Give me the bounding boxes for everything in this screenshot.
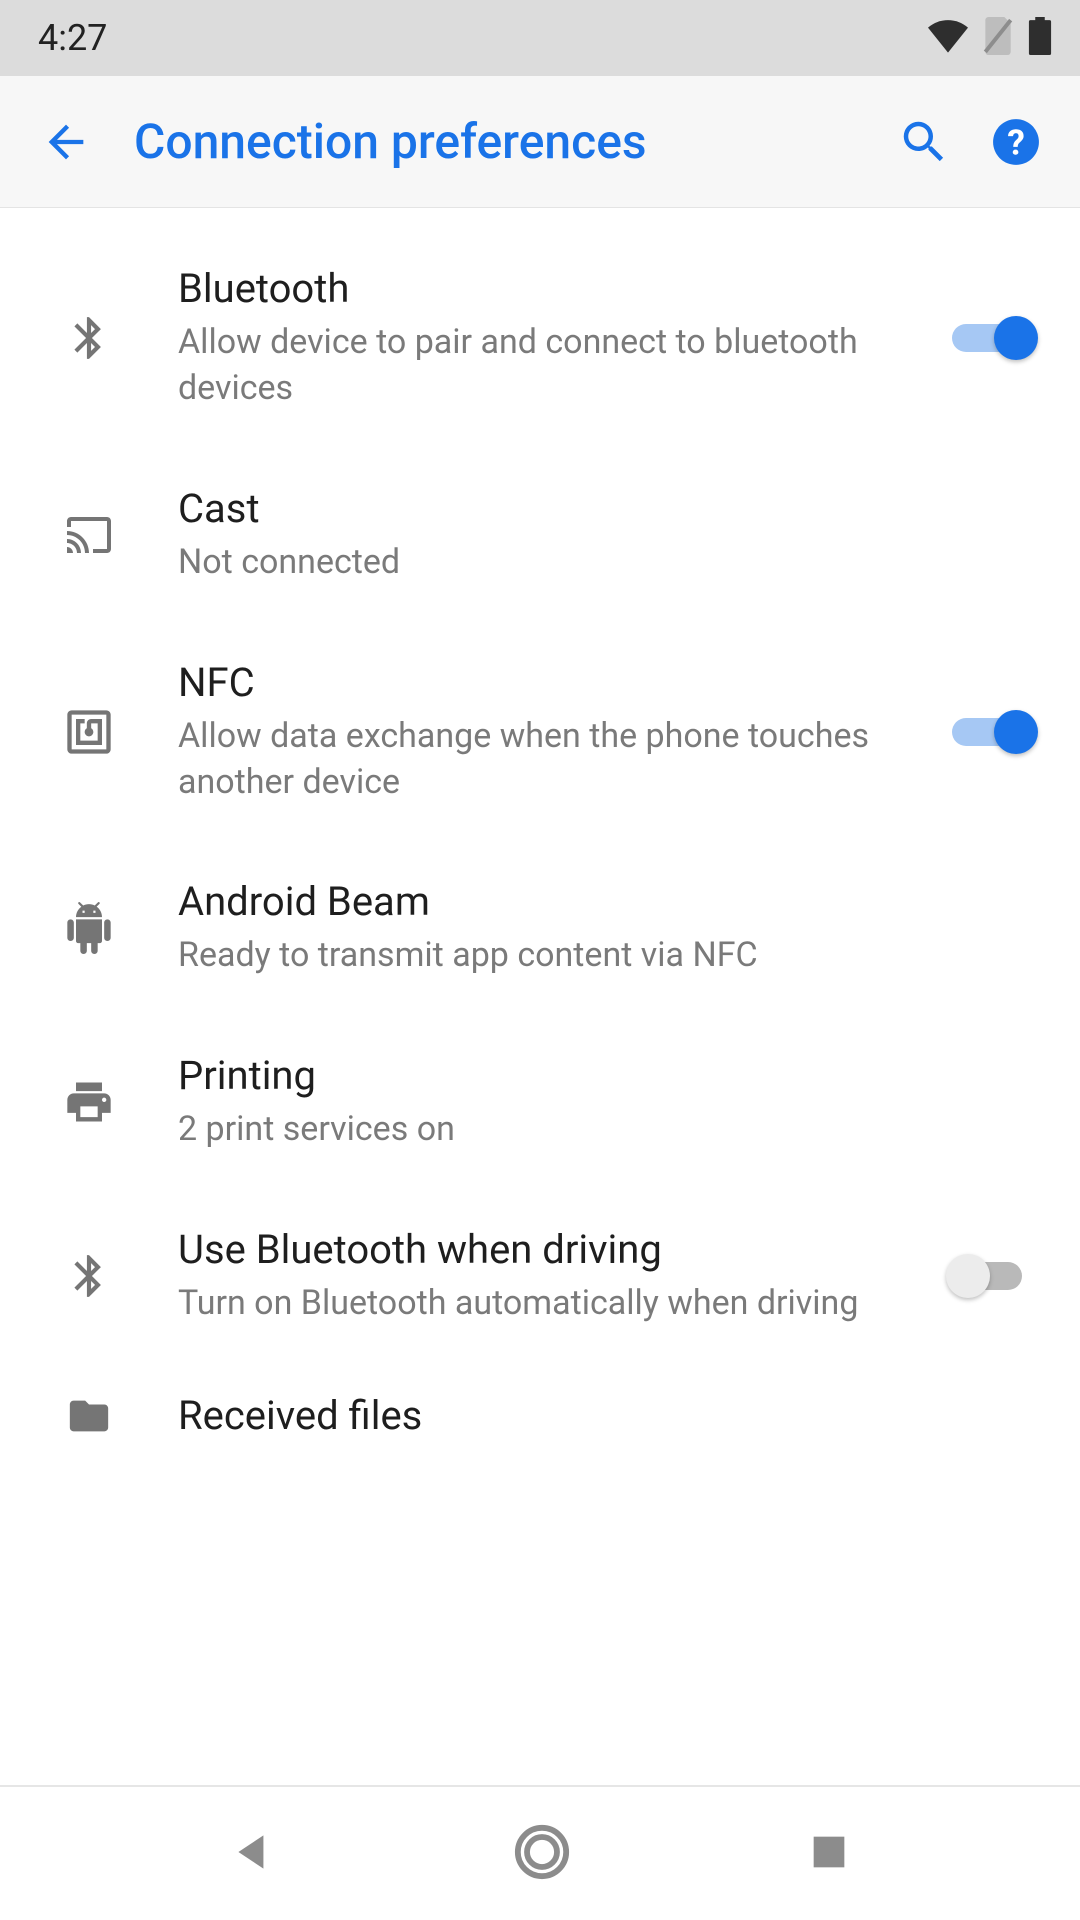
status-bar: 4:27 — [0, 0, 1080, 76]
app-bar: Connection preferences ? — [0, 76, 1080, 208]
row-nfc[interactable]: NFC Allow data exchange when the phone t… — [0, 622, 1080, 842]
bluetooth-title: Bluetooth — [178, 264, 920, 314]
android-icon — [0, 898, 178, 958]
cast-title: Cast — [178, 484, 1040, 534]
page-title: Connection preferences — [134, 113, 878, 170]
search-button[interactable] — [878, 96, 970, 188]
row-bluetooth[interactable]: Bluetooth Allow device to pair and conne… — [0, 228, 1080, 448]
folder-icon — [0, 1393, 178, 1439]
row-bluetooth-driving[interactable]: Use Bluetooth when driving Turn on Bluet… — [0, 1189, 1080, 1363]
back-button[interactable] — [18, 94, 114, 190]
nav-back-button[interactable] — [228, 1827, 278, 1881]
status-time: 4:27 — [38, 17, 107, 59]
bt-driving-title: Use Bluetooth when driving — [178, 1225, 920, 1275]
nav-recents-button[interactable] — [806, 1829, 852, 1879]
printing-sub: 2 print services on — [178, 1107, 1040, 1153]
nfc-icon — [0, 706, 178, 758]
beam-title: Android Beam — [178, 877, 1040, 927]
bluetooth-toggle[interactable] — [952, 316, 1032, 360]
no-sim-icon — [982, 17, 1014, 59]
beam-sub: Ready to transmit app content via NFC — [178, 933, 1040, 979]
row-printing[interactable]: Printing 2 print services on — [0, 1015, 1080, 1189]
bluetooth-sub: Allow device to pair and connect to blue… — [178, 320, 920, 412]
wifi-icon — [928, 19, 968, 57]
nfc-sub: Allow data exchange when the phone touch… — [178, 714, 920, 806]
cast-sub: Not connected — [178, 540, 1040, 586]
printing-title: Printing — [178, 1051, 1040, 1101]
system-nav-bar — [0, 1785, 1080, 1920]
bluetooth-icon — [0, 1246, 178, 1306]
nav-home-button[interactable] — [513, 1823, 571, 1885]
status-icons — [928, 17, 1052, 59]
row-android-beam[interactable]: Android Beam Ready to transmit app conte… — [0, 841, 1080, 1015]
row-cast[interactable]: Cast Not connected — [0, 448, 1080, 622]
nfc-toggle[interactable] — [952, 710, 1032, 754]
settings-list: Bluetooth Allow device to pair and conne… — [0, 208, 1080, 1469]
help-button[interactable]: ? — [970, 96, 1062, 188]
nfc-title: NFC — [178, 658, 920, 708]
bt-driving-sub: Turn on Bluetooth automatically when dri… — [178, 1281, 920, 1327]
print-icon — [0, 1076, 178, 1128]
battery-icon — [1028, 17, 1052, 59]
bt-driving-toggle[interactable] — [952, 1254, 1032, 1298]
svg-text:?: ? — [1007, 121, 1025, 163]
bluetooth-icon — [0, 308, 178, 368]
received-title: Received files — [178, 1391, 1040, 1441]
row-received-files[interactable]: Received files — [0, 1363, 1080, 1469]
cast-icon — [0, 511, 178, 559]
